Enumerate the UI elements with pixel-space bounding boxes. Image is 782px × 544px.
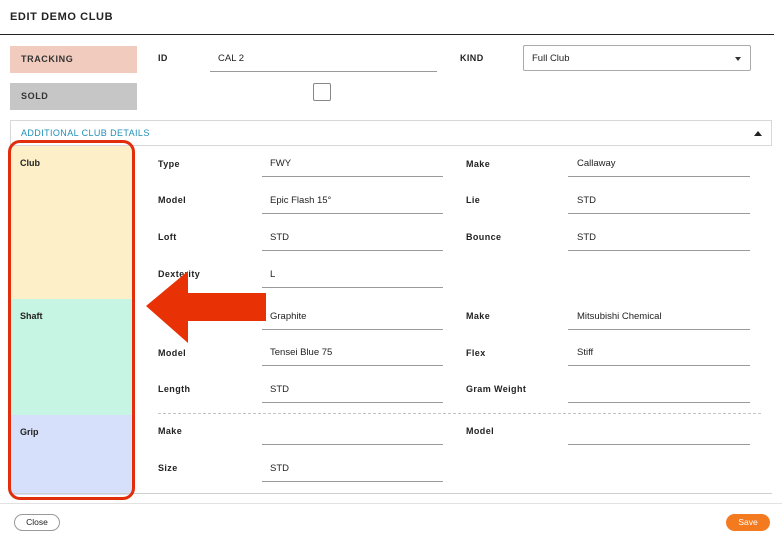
tracking-tag: TRACKING — [10, 46, 137, 73]
kind-select[interactable]: Full Club — [523, 45, 751, 71]
club-model-underline — [262, 213, 443, 214]
grip-size-field[interactable]: STD — [270, 463, 289, 474]
club-type-underline — [262, 176, 443, 177]
club-model-label: Model — [158, 195, 186, 205]
shaft-flex-underline — [568, 365, 750, 366]
shaft-make-field[interactable]: Mitsubishi Chemical — [577, 311, 661, 322]
grip-make-underline — [262, 444, 443, 445]
footer-divider — [0, 503, 782, 504]
highlight-box — [8, 140, 135, 500]
title-divider — [0, 34, 774, 35]
club-bounce-label: Bounce — [466, 232, 502, 242]
sold-tag: SOLD — [10, 83, 137, 110]
shaft-model-underline — [262, 365, 443, 366]
shaft-length-label: Length — [158, 384, 191, 394]
club-make-underline — [568, 176, 750, 177]
club-lie-underline — [568, 213, 750, 214]
club-bounce-field[interactable]: STD — [577, 232, 596, 243]
shaft-length-underline — [262, 402, 443, 403]
club-lie-field[interactable]: STD — [577, 195, 596, 206]
kind-label: KIND — [460, 53, 484, 63]
shaft-model-field[interactable]: Tensei Blue 75 — [270, 347, 332, 358]
collapse-caret-icon[interactable] — [754, 131, 762, 136]
id-field-underline — [210, 71, 437, 72]
modal-title: EDIT DEMO CLUB — [10, 11, 114, 23]
shaft-make-label: Make — [466, 311, 491, 321]
club-make-field[interactable]: Callaway — [577, 158, 616, 169]
club-bounce-underline — [568, 250, 750, 251]
shaft-make-underline — [568, 329, 750, 330]
save-button[interactable]: Save — [726, 514, 770, 531]
club-loft-field[interactable]: STD — [270, 232, 289, 243]
shaft-model-label: Model — [158, 348, 186, 358]
shaft-gram-weight-underline — [568, 402, 750, 403]
shaft-gram-weight-label: Gram Weight — [466, 384, 527, 394]
shaft-length-field[interactable]: STD — [270, 384, 289, 395]
grip-model-underline — [568, 444, 750, 445]
club-lie-label: Lie — [466, 195, 481, 205]
club-make-label: Make — [466, 159, 491, 169]
club-type-label: Type — [158, 159, 180, 169]
section-dashed-divider — [158, 413, 761, 414]
chevron-down-icon — [735, 57, 741, 61]
left-arrow-icon — [146, 271, 266, 343]
shaft-type-underline — [262, 329, 443, 330]
id-label: ID — [158, 53, 168, 63]
club-loft-label: Loft — [158, 232, 177, 242]
club-dexterity-field[interactable]: L — [270, 269, 275, 280]
sold-checkbox[interactable] — [313, 83, 331, 101]
section-title: ADDITIONAL CLUB DETAILS — [21, 128, 150, 138]
id-field[interactable]: CAL 2 — [218, 53, 244, 64]
grip-size-label: Size — [158, 463, 178, 473]
grip-size-underline — [262, 481, 443, 482]
grip-make-label: Make — [158, 426, 183, 436]
grip-model-label: Model — [466, 426, 494, 436]
club-model-field[interactable]: Epic Flash 15° — [270, 195, 331, 206]
kind-select-value: Full Club — [532, 53, 570, 64]
club-dexterity-underline — [262, 287, 443, 288]
club-loft-underline — [262, 250, 443, 251]
close-button[interactable]: Close — [14, 514, 60, 531]
club-type-field[interactable]: FWY — [270, 158, 291, 169]
shaft-flex-field[interactable]: Stiff — [577, 347, 593, 358]
shaft-type-field[interactable]: Graphite — [270, 311, 306, 322]
shaft-flex-label: Flex — [466, 348, 486, 358]
